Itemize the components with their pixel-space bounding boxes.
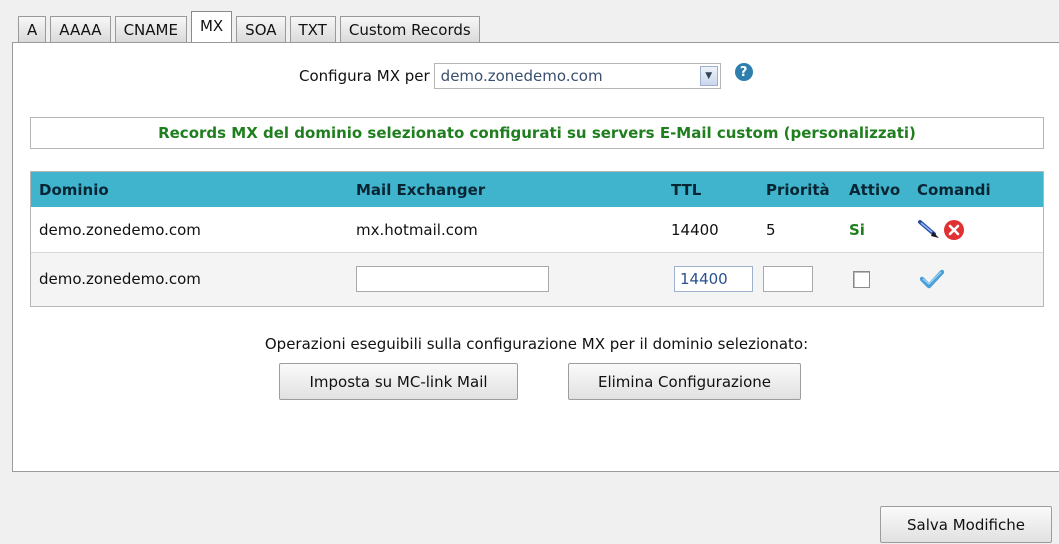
tab-mx[interactable]: MX — [190, 11, 233, 42]
header-attivo: Attivo — [849, 180, 901, 199]
row-dominio: demo.zonedemo.com — [39, 220, 201, 239]
new-row-priorita-cell — [763, 253, 813, 305]
table-row: demo.zonedemo.com mx.hotmail.com 14400 5… — [31, 207, 1043, 253]
mail-exchanger-input[interactable] — [356, 266, 549, 292]
operations-buttons: Imposta su MC-link Mail Elimina Configur… — [279, 363, 801, 400]
mx-panel: Configura MX per demo.zonedemo.com ▼ ? R… — [12, 42, 1059, 472]
save-changes-button[interactable]: Salva Modifiche — [880, 506, 1052, 543]
row-ttl: 14400 — [671, 220, 719, 239]
help-icon[interactable]: ? — [734, 63, 753, 81]
row-priorita: 5 — [766, 220, 776, 239]
delete-icon[interactable] — [943, 219, 965, 241]
checkmark-icon[interactable] — [919, 269, 945, 289]
table-header: Dominio Mail Exchanger TTL Priorità Atti… — [31, 172, 1043, 207]
new-row-ttl-cell: 14400 — [674, 253, 753, 305]
mx-records-table: Dominio Mail Exchanger TTL Priorità Atti… — [30, 171, 1044, 307]
new-row-attivo-cell — [853, 253, 870, 305]
notice-text: Records MX del dominio selezionato confi… — [158, 124, 916, 142]
domain-select[interactable]: demo.zonedemo.com ▼ — [433, 63, 721, 89]
domain-select-value: demo.zonedemo.com — [440, 67, 603, 85]
header-comandi: Comandi — [917, 180, 991, 199]
tab-aaaa[interactable]: AAAA — [50, 16, 111, 42]
ttl-input[interactable]: 14400 — [674, 266, 753, 292]
tab-cname[interactable]: CNAME — [114, 16, 187, 42]
new-row-dominio: demo.zonedemo.com — [39, 270, 201, 288]
notice-box: Records MX del dominio selezionato confi… — [30, 117, 1044, 149]
tab-txt[interactable]: TXT — [289, 16, 336, 42]
tab-a[interactable]: A — [18, 16, 47, 42]
delete-configuration-button[interactable]: Elimina Configurazione — [568, 363, 801, 400]
tab-custom-records[interactable]: Custom Records — [339, 16, 480, 42]
config-label: Configura MX per — [299, 67, 430, 85]
attivo-checkbox[interactable] — [853, 270, 870, 288]
record-type-tabs: A AAAA CNAME MX SOA TXT Custom Records — [18, 11, 484, 42]
config-row: Configura MX per demo.zonedemo.com ▼ ? — [299, 63, 753, 89]
row-mail-exchanger: mx.hotmail.com — [356, 220, 478, 239]
new-row-mail-exchanger-cell — [356, 253, 549, 305]
header-ttl: TTL — [671, 180, 702, 199]
operations-text: Operazioni eseguibili sulla configurazio… — [264, 335, 809, 353]
new-record-row: demo.zonedemo.com 14400 — [31, 253, 1043, 305]
priorita-input[interactable] — [763, 266, 813, 292]
header-mail-exchanger: Mail Exchanger — [356, 180, 486, 199]
pencil-icon[interactable] — [917, 219, 941, 241]
set-mclink-mail-button[interactable]: Imposta su MC-link Mail — [279, 363, 518, 400]
chevron-down-icon[interactable]: ▼ — [699, 66, 718, 86]
header-priorita: Priorità — [766, 180, 830, 199]
row-attivo: Si — [849, 220, 865, 239]
tab-soa[interactable]: SOA — [236, 16, 286, 42]
row-commands — [917, 207, 965, 252]
header-dominio: Dominio — [39, 180, 109, 199]
new-row-commands — [919, 253, 945, 305]
